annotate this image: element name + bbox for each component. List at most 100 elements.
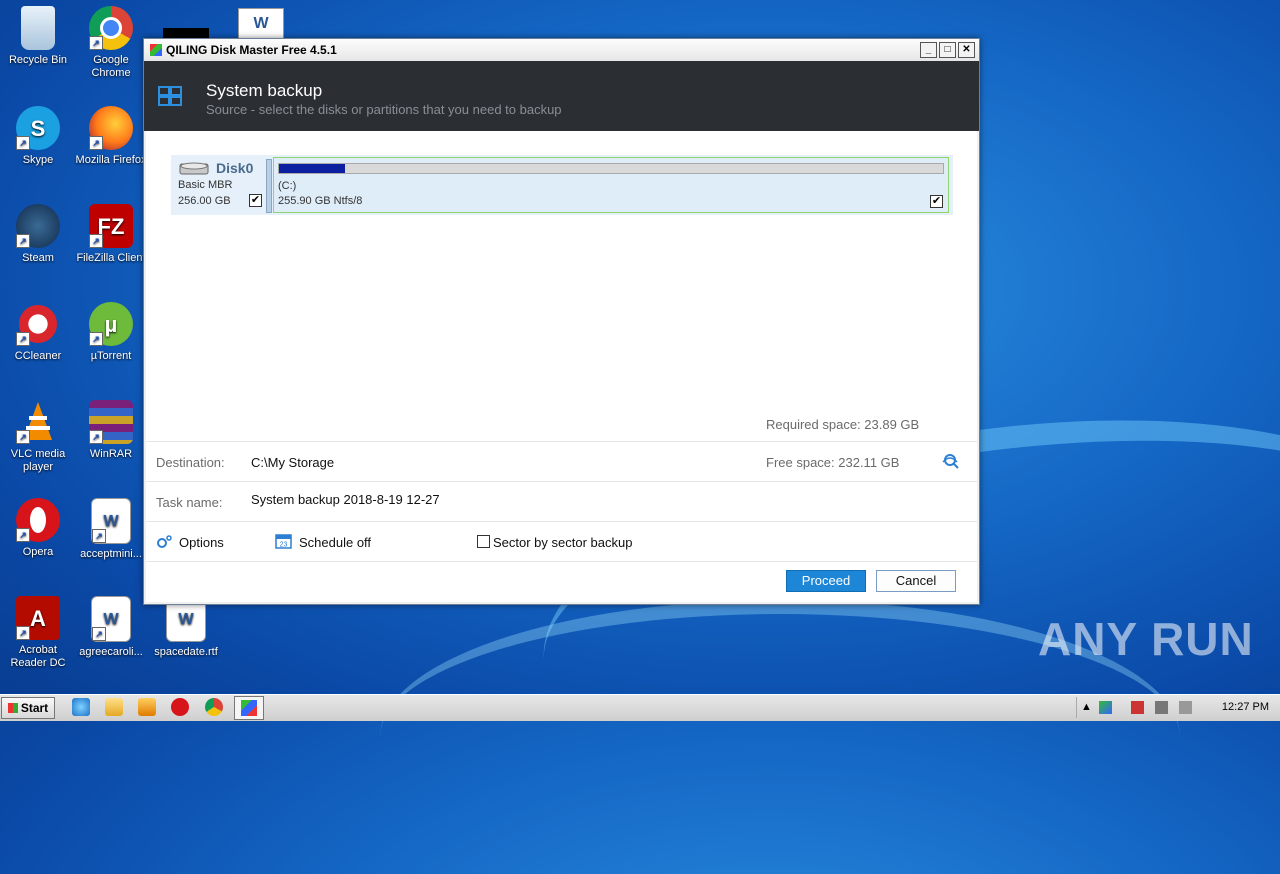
shortcut-arrow-icon: ↗ bbox=[16, 234, 30, 248]
desktop-icon-winrar[interactable]: ↗ WinRAR bbox=[73, 400, 149, 461]
disk-name: Disk0 bbox=[216, 160, 254, 176]
shortcut-arrow-icon: ↗ bbox=[89, 332, 103, 346]
desktop-icon-vlc[interactable]: ↗ VLC media player bbox=[0, 400, 76, 474]
disk-master-app-icon bbox=[241, 700, 257, 716]
media-player-icon[interactable] bbox=[138, 698, 156, 716]
desktop-icon-steam[interactable]: ↗ Steam bbox=[0, 204, 76, 265]
desktop-icon-firefox[interactable]: ↗ Mozilla Firefox bbox=[73, 106, 149, 167]
desktop-icon-utorrent[interactable]: µ ↗ µTorrent bbox=[73, 302, 149, 363]
desktop-icon-label: Skype bbox=[22, 154, 54, 166]
shortcut-arrow-icon: ↗ bbox=[16, 528, 30, 542]
desktop-icon-label: FileZilla Client bbox=[76, 252, 146, 264]
partition-c[interactable]: (C:) 255.90 GB Ntfs/8 ✔ bbox=[273, 157, 949, 213]
desktop-icon-agreecaroli-doc[interactable]: W ↗ agreecaroli... bbox=[73, 596, 149, 659]
opera-icon: ↗ bbox=[16, 498, 60, 542]
task-name-label: Task name: bbox=[156, 495, 223, 510]
clock[interactable]: 12:27 PM bbox=[1222, 701, 1269, 713]
windows-logo-icon bbox=[7, 703, 18, 713]
window-titlebar[interactable]: QILING Disk Master Free 4.5.1 _ □ ✕ bbox=[144, 39, 979, 61]
start-label: Start bbox=[20, 701, 49, 715]
partition-checkbox[interactable]: ✔ bbox=[930, 195, 943, 208]
shortcut-arrow-icon: ↗ bbox=[16, 430, 30, 444]
maximize-button[interactable]: □ bbox=[939, 42, 956, 58]
disk-master-tray-icon[interactable] bbox=[1099, 701, 1112, 714]
volume-icon[interactable] bbox=[1179, 701, 1192, 714]
file-explorer-icon[interactable] bbox=[105, 698, 123, 716]
chrome-icon: ↗ bbox=[89, 6, 133, 50]
proceed-button[interactable]: Proceed bbox=[786, 570, 866, 592]
cancel-button[interactable]: Cancel bbox=[876, 570, 956, 592]
gear-icon bbox=[157, 535, 172, 548]
desktop-icon-label: Google Chrome bbox=[91, 54, 131, 79]
minimize-button[interactable]: _ bbox=[920, 42, 937, 58]
divider bbox=[146, 481, 977, 482]
sector-by-sector-label: Sector by sector backup bbox=[493, 535, 633, 550]
desktop-icon-filezilla[interactable]: FZ ↗ FileZilla Client bbox=[73, 204, 149, 265]
word-document-icon: W ↗ bbox=[91, 498, 131, 544]
shortcut-arrow-icon: ↗ bbox=[16, 136, 30, 150]
backup-grid-icon bbox=[158, 86, 182, 106]
acrobat-icon: A ↗ bbox=[16, 596, 60, 640]
chrome-taskbar-icon[interactable] bbox=[205, 698, 223, 716]
utorrent-icon: µ ↗ bbox=[89, 302, 133, 346]
hard-disk-icon bbox=[179, 162, 209, 175]
filezilla-icon: FZ ↗ bbox=[89, 204, 133, 248]
destination-path[interactable]: C:\My Storage bbox=[251, 455, 334, 470]
action-center-icon[interactable] bbox=[1131, 701, 1144, 714]
word-document-icon[interactable]: W bbox=[238, 8, 284, 42]
wizard-content: Disk0 Basic MBR 256.00 GB ✔ (C:) 255.90 … bbox=[146, 131, 977, 602]
word-document-icon: W ↗ bbox=[91, 596, 131, 642]
desktop-icon-label: WinRAR bbox=[89, 448, 133, 460]
window-title: QILING Disk Master Free 4.5.1 bbox=[166, 43, 337, 57]
partition-usage-fill bbox=[279, 164, 346, 173]
desktop-icon-label: Opera bbox=[22, 546, 54, 558]
disk-separator-bar bbox=[266, 159, 272, 213]
internet-explorer-icon[interactable] bbox=[72, 698, 90, 716]
desktop-icon-spacedate-rtf[interactable]: W spacedate.rtf bbox=[148, 596, 224, 659]
desktop-icon-label: Recycle Bin bbox=[8, 54, 68, 66]
vlc-cone-icon: ↗ bbox=[16, 400, 60, 444]
desktop-icon-label: acceptmini... bbox=[80, 548, 142, 560]
divider bbox=[146, 561, 977, 562]
disk-master-taskbar-button[interactable] bbox=[234, 696, 264, 720]
desktop-icon-recycle-bin[interactable]: Recycle Bin bbox=[0, 6, 76, 67]
desktop-icon-acrobat-reader[interactable]: A ↗ Acrobat Reader DC bbox=[0, 596, 76, 670]
start-button[interactable]: Start bbox=[1, 697, 55, 719]
shortcut-arrow-icon: ↗ bbox=[89, 234, 103, 248]
wizard-header: System backup Source - select the disks … bbox=[144, 61, 979, 131]
desktop-icon-acceptmini-doc[interactable]: W ↗ acceptmini... bbox=[73, 498, 149, 561]
desktop-icon-opera[interactable]: ↗ Opera bbox=[0, 498, 76, 559]
disk-checkbox[interactable]: ✔ bbox=[249, 194, 262, 207]
divider bbox=[146, 521, 977, 522]
system-tray: ▲ 12:27 PM bbox=[1076, 697, 1279, 718]
desktop-icon-google-chrome[interactable]: ↗ Google Chrome bbox=[73, 6, 149, 80]
opera-taskbar-icon[interactable] bbox=[171, 698, 189, 716]
show-hidden-icons-icon[interactable]: ▲ bbox=[1081, 701, 1094, 714]
desktop-icon-skype[interactable]: S ↗ Skype bbox=[0, 106, 76, 167]
partition-size: 255.90 GB Ntfs/8 bbox=[278, 195, 363, 207]
ccleaner-icon: ↗ bbox=[16, 302, 60, 346]
browse-destination-icon[interactable] bbox=[942, 453, 960, 469]
sector-by-sector-checkbox[interactable] bbox=[477, 535, 490, 548]
desktop-icon-label: Mozilla Firefox bbox=[75, 154, 147, 166]
page-subtitle: Source - select the disks or partitions … bbox=[206, 102, 562, 117]
desktop-icon-label: µTorrent bbox=[90, 350, 132, 362]
skype-icon: S ↗ bbox=[16, 106, 60, 150]
taskbar: Start ▲ 12:27 PM bbox=[0, 694, 1280, 721]
recycle-bin-icon bbox=[21, 6, 55, 50]
desktop-icon-label: Steam bbox=[22, 252, 54, 264]
close-button[interactable]: ✕ bbox=[958, 42, 975, 58]
page-title: System backup bbox=[206, 81, 323, 100]
disk-master-window: QILING Disk Master Free 4.5.1 _ □ ✕ Syst… bbox=[143, 38, 980, 605]
desktop-icon-ccleaner[interactable]: ↗ CCleaner bbox=[0, 302, 76, 363]
calendar-icon: 23 bbox=[275, 534, 292, 549]
shortcut-arrow-icon: ↗ bbox=[16, 332, 30, 346]
task-name-input[interactable]: System backup 2018-8-19 12-27 bbox=[251, 492, 440, 507]
schedule-link[interactable]: Schedule off bbox=[299, 535, 371, 550]
shortcut-arrow-icon: ↗ bbox=[89, 36, 103, 50]
shortcut-arrow-icon: ↗ bbox=[92, 627, 106, 641]
options-link[interactable]: Options bbox=[179, 535, 224, 550]
disk-size: 256.00 GB bbox=[178, 195, 231, 207]
network-icon[interactable] bbox=[1155, 701, 1168, 714]
disk-info[interactable]: Disk0 Basic MBR 256.00 GB ✔ bbox=[171, 155, 266, 215]
